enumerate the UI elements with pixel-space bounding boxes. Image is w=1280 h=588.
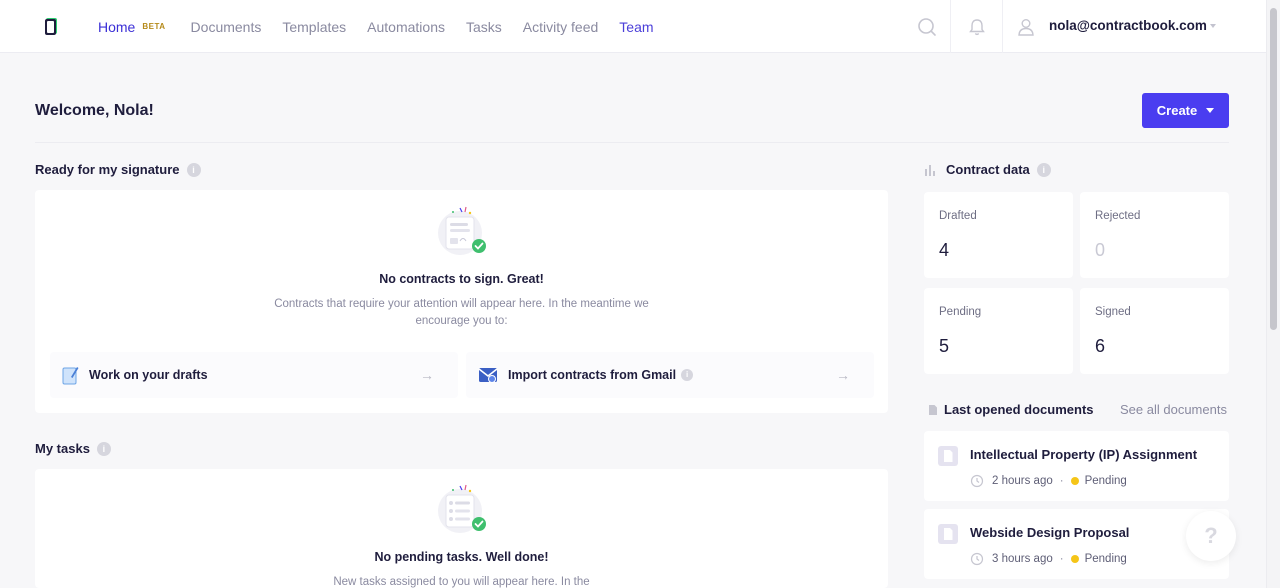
stat-value: 4 — [939, 240, 950, 260]
status-dot-icon — [1070, 477, 1079, 485]
import-gmail-action[interactable]: Import contracts from Gmail i → — [466, 352, 874, 398]
divider — [35, 142, 1229, 143]
document-meta: 2 hours ago · Pending — [970, 474, 1127, 488]
create-button[interactable]: Create — [1142, 93, 1229, 128]
empty-state-title: No pending tasks. Well done! — [374, 550, 549, 564]
scrollbar-thumb[interactable] — [1270, 8, 1277, 330]
nav-item-activity-feed[interactable]: Activity feed — [523, 19, 598, 35]
meta-separator: · — [1059, 553, 1064, 565]
nav-divider — [950, 0, 951, 53]
document-meta: 3 hours ago · Pending — [970, 552, 1127, 566]
info-icon[interactable]: i — [96, 441, 111, 456]
page-title: Welcome, Nola! — [35, 102, 154, 119]
nav-item-automations[interactable]: Automations — [367, 19, 445, 35]
stat-card-rejected[interactable]: Rejected 0 — [1080, 192, 1229, 278]
status-badge: Pending — [1084, 475, 1127, 487]
create-button-label: Create — [1156, 103, 1198, 118]
stat-card-pending[interactable]: Pending 5 — [924, 288, 1073, 374]
nav-home-label: Home — [98, 18, 136, 35]
stat-label: Rejected — [1095, 210, 1141, 222]
nav-item-templates[interactable]: Templates — [282, 19, 346, 35]
nav-item-home[interactable]: Home BETA — [98, 19, 166, 35]
tasks-section-title: My tasks i — [35, 441, 111, 456]
stat-label: Drafted — [939, 210, 977, 222]
top-navigation-bar: Home BETA Documents Templates Automation… — [0, 0, 1266, 53]
empty-state-text: New tasks assigned to you will appear he… — [333, 576, 590, 588]
help-button[interactable]: ? — [1186, 511, 1236, 561]
nav-item-documents[interactable]: Documents — [191, 19, 262, 35]
gmail-icon — [478, 368, 498, 383]
tasks-title-text: My tasks — [35, 441, 90, 456]
empty-state-title: No contracts to sign. Great! — [379, 272, 544, 286]
history-clock-icon — [970, 474, 984, 488]
status-badge: Pending — [1084, 553, 1127, 565]
empty-state-text: Contracts that require your attention wi… — [274, 298, 649, 310]
nav-item-tasks[interactable]: Tasks — [466, 19, 502, 35]
stat-value: 0 — [1095, 240, 1106, 260]
action-label: Import contracts from Gmail — [508, 368, 677, 382]
stat-card-signed[interactable]: Signed 6 — [1080, 288, 1229, 374]
document-title: Intellectual Property (IP) Assignment — [970, 447, 1198, 462]
user-avatar-icon[interactable] — [1016, 17, 1036, 37]
work-on-drafts-action[interactable]: Work on your drafts → — [50, 352, 458, 398]
empty-tasks-illustration-icon — [438, 484, 486, 533]
document-row[interactable]: Webside Design Proposal 3 hours ago · Pe… — [924, 509, 1229, 579]
document-row[interactable]: Intellectual Property (IP) Assignment 2 … — [924, 431, 1229, 501]
contractbook-logo-icon[interactable] — [43, 17, 59, 36]
action-label: Work on your drafts — [89, 368, 208, 382]
bell-icon[interactable] — [967, 17, 987, 37]
drafts-icon — [62, 367, 79, 385]
stat-value: 6 — [1095, 336, 1106, 356]
info-icon[interactable]: i — [1036, 162, 1051, 177]
document-icon — [938, 446, 958, 466]
last-opened-title-text: Last opened documents — [944, 402, 1094, 417]
signature-section-title: Ready for my signature i — [35, 162, 201, 177]
signature-card: No contracts to sign. Great! Contracts t… — [35, 190, 888, 413]
bar-chart-icon — [925, 164, 935, 176]
main-nav: Home BETA Documents Templates Automation… — [98, 0, 675, 53]
signature-title-text: Ready for my signature — [35, 162, 180, 177]
nav-divider — [1002, 0, 1003, 53]
status-dot-icon — [1070, 555, 1079, 563]
see-all-documents-link[interactable]: See all documents — [1120, 402, 1227, 417]
document-icon — [938, 524, 958, 544]
tasks-card: No pending tasks. Well done! New tasks a… — [35, 469, 888, 588]
document-time: 3 hours ago — [992, 553, 1053, 565]
info-icon[interactable]: i — [186, 162, 201, 177]
empty-state-text: encourage you to: — [415, 315, 508, 327]
meta-separator: · — [1059, 475, 1064, 487]
stat-label: Signed — [1095, 306, 1131, 318]
document-time: 2 hours ago — [992, 475, 1053, 487]
arrow-right-icon: → — [836, 367, 850, 383]
history-clock-icon — [970, 552, 984, 566]
document-icon — [929, 404, 937, 415]
nav-item-team[interactable]: Team — [619, 19, 653, 35]
page-scrollbar[interactable] — [1266, 0, 1280, 588]
info-icon[interactable]: i — [681, 369, 694, 381]
caret-down-icon — [1206, 108, 1215, 113]
chevron-down-icon[interactable] — [1210, 24, 1216, 28]
stat-value: 5 — [939, 336, 950, 356]
stat-label: Pending — [939, 306, 982, 318]
search-icon[interactable] — [917, 17, 937, 37]
document-title: Webside Design Proposal — [970, 525, 1130, 540]
empty-contracts-illustration-icon — [438, 206, 486, 255]
user-email[interactable]: nola@contractbook.com — [1049, 18, 1207, 33]
contract-data-title-text: Contract data — [946, 162, 1030, 177]
contract-data-title: Contract data i — [924, 162, 1051, 177]
beta-badge: BETA — [142, 22, 166, 31]
last-opened-title: Last opened documents — [928, 402, 1094, 417]
stat-card-drafted[interactable]: Drafted 4 — [924, 192, 1073, 278]
arrow-right-icon: → — [420, 367, 434, 383]
